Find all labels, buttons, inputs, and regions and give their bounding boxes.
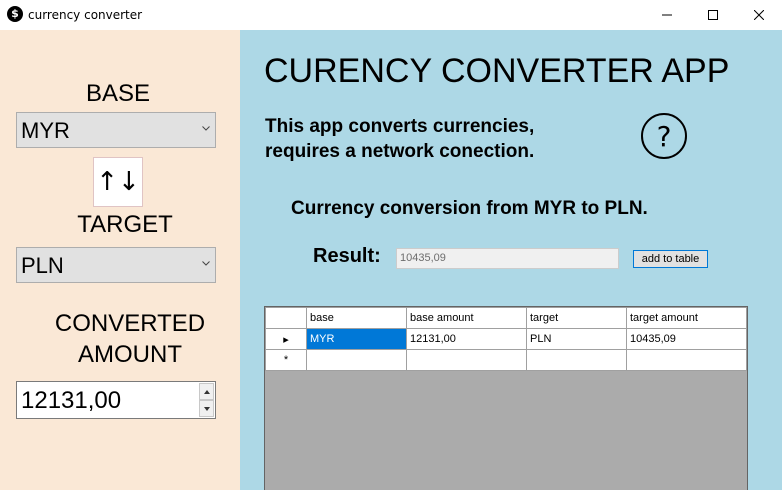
window-title: currency converter [28,8,143,22]
help-icon[interactable]: ? [641,113,687,159]
app-icon: $ [7,6,23,22]
new-row-icon[interactable]: * [265,349,307,371]
converted-amount-label-line2: AMOUNT [78,341,182,368]
arrow-up-icon [203,389,210,394]
swap-currencies-button[interactable]: ↑↓ [93,157,143,207]
table-cell[interactable] [626,349,747,371]
column-header-base[interactable]: base [306,307,407,329]
maximize-icon [708,10,718,20]
table-cell[interactable] [406,349,527,371]
chevron-down-icon [202,126,210,131]
left-panel: BASE MYR ↑↓ TARGET PLN CONVERTED AMOUNT … [0,30,240,490]
base-currency-select[interactable]: MYR [16,112,216,148]
current-row-icon[interactable]: ▸ [265,328,307,350]
arrow-down-icon [203,406,210,411]
amount-value[interactable]: 12131,00 [21,387,121,415]
new-table-row[interactable]: * [265,349,747,371]
converted-amount-label: CONVERTED AMOUNT [30,308,230,370]
column-header-base-amount[interactable]: base amount [406,307,527,329]
maximize-button[interactable] [690,0,736,30]
app-description: This app converts currencies, requires a… [265,114,534,164]
column-header-target-amount[interactable]: target amount [626,307,747,329]
table-cell[interactable]: 12131,00 [406,328,527,350]
result-field: 10435,09 [396,248,619,269]
table-cell[interactable]: 10435,09 [626,328,747,350]
close-icon [754,10,764,20]
title-bar: $ currency converter [0,0,782,30]
conversion-message: Currency conversion from MYR to PLN. [291,198,648,219]
row-header-corner[interactable] [265,307,307,329]
minimize-button[interactable] [644,0,690,30]
conversion-table[interactable]: base base amount target target amount ▸ … [264,306,748,490]
column-header-target[interactable]: target [526,307,627,329]
target-label: TARGET [77,211,173,238]
result-label: Result: [313,245,381,267]
close-button[interactable] [736,0,782,30]
table-cell[interactable] [526,349,627,371]
target-currency-value: PLN [21,253,64,278]
stepper-up-button[interactable] [199,383,214,400]
minimize-icon [662,14,672,16]
table-row[interactable]: ▸ MYR 12131,00 PLN 10435,09 [265,328,747,350]
chevron-down-icon [202,261,210,266]
description-line1: This app converts currencies, [265,116,535,137]
amount-stepper[interactable]: 12131,00 [16,381,216,419]
right-panel: CURENCY CONVERTER APP This app converts … [240,30,782,490]
add-to-table-button[interactable]: add to table [633,250,708,268]
table-cell[interactable]: MYR [306,328,407,350]
target-currency-select[interactable]: PLN [16,247,216,283]
stepper-down-button[interactable] [199,400,214,417]
base-currency-value: MYR [21,118,70,143]
app-title: CURENCY CONVERTER APP [264,52,730,90]
base-label: BASE [85,80,151,107]
table-header-row: base base amount target target amount [265,307,747,329]
description-line2: requires a network conection. [265,141,535,162]
converted-amount-label-line1: CONVERTED [54,310,206,337]
table-cell[interactable] [306,349,407,371]
table-cell[interactable]: PLN [526,328,627,350]
